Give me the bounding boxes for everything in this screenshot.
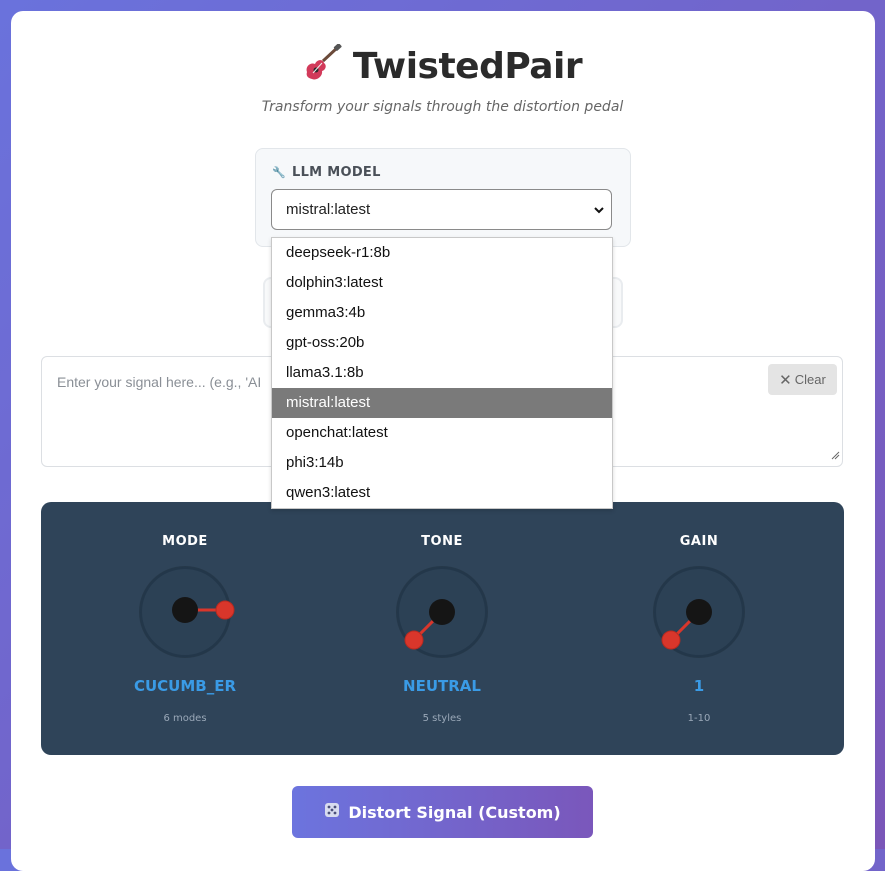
distort-signal-button[interactable]: Distort Signal (Custom) [292, 786, 593, 838]
model-dropdown-list[interactable]: deepseek-r1:8b dolphin3:latest gemma3:4b… [271, 237, 613, 509]
title-text: TwistedPair [352, 46, 583, 87]
tone-value: NEUTRAL [403, 677, 481, 695]
signal-placeholder: Enter your signal here... (e.g., 'AI [57, 374, 262, 390]
subtitle: Transform your signals through the disto… [261, 99, 624, 115]
mode-value: CUCUMB_ER [133, 677, 237, 695]
resize-handle-icon[interactable] [830, 445, 840, 464]
clear-button[interactable]: ✕ Clear [768, 364, 837, 395]
model-select[interactable]: mistral:latest [271, 189, 612, 230]
clear-label: Clear [794, 372, 826, 387]
pedal-panel: MODE CUCUMB_ER 6 modes TONE NEUTRAL 5 st… [41, 502, 844, 755]
guitar-icon [303, 43, 343, 91]
gain-hint: 1-10 [687, 713, 711, 724]
model-option[interactable]: llama3.1:8b [272, 358, 612, 388]
model-option[interactable]: gpt-oss:20b [272, 328, 612, 358]
gain-knob-title: GAIN [679, 534, 719, 549]
mode-knob[interactable] [135, 562, 235, 666]
dice-icon [324, 802, 340, 822]
model-option[interactable]: qwen3:latest [272, 478, 612, 508]
tone-knob-title: TONE [421, 534, 463, 549]
wrench-icon: 🔧 [272, 166, 286, 179]
tone-hint: 5 styles [422, 713, 462, 724]
model-option-selected[interactable]: mistral:latest [272, 388, 612, 418]
model-option[interactable]: deepseek-r1:8b [272, 238, 612, 268]
gain-knob[interactable] [649, 562, 749, 666]
chevron-down-icon [593, 202, 605, 221]
model-option[interactable]: phi3:14b [272, 448, 612, 478]
model-label-text: LLM MODEL [292, 165, 381, 180]
model-option[interactable]: gemma3:4b [272, 298, 612, 328]
close-icon: ✕ [779, 371, 792, 389]
page-title: TwistedPair [0, 43, 885, 91]
tone-knob[interactable] [392, 562, 492, 666]
model-select-value: mistral:latest [286, 201, 371, 218]
model-label: 🔧 LLM MODEL [272, 165, 381, 180]
mode-knob-title: MODE [162, 534, 208, 549]
gain-value: 1 [693, 677, 705, 695]
distort-label: Distort Signal (Custom) [348, 802, 561, 822]
mode-hint: 6 modes [163, 713, 207, 724]
model-option[interactable]: dolphin3:latest [272, 268, 612, 298]
model-option[interactable]: openchat:latest [272, 418, 612, 448]
